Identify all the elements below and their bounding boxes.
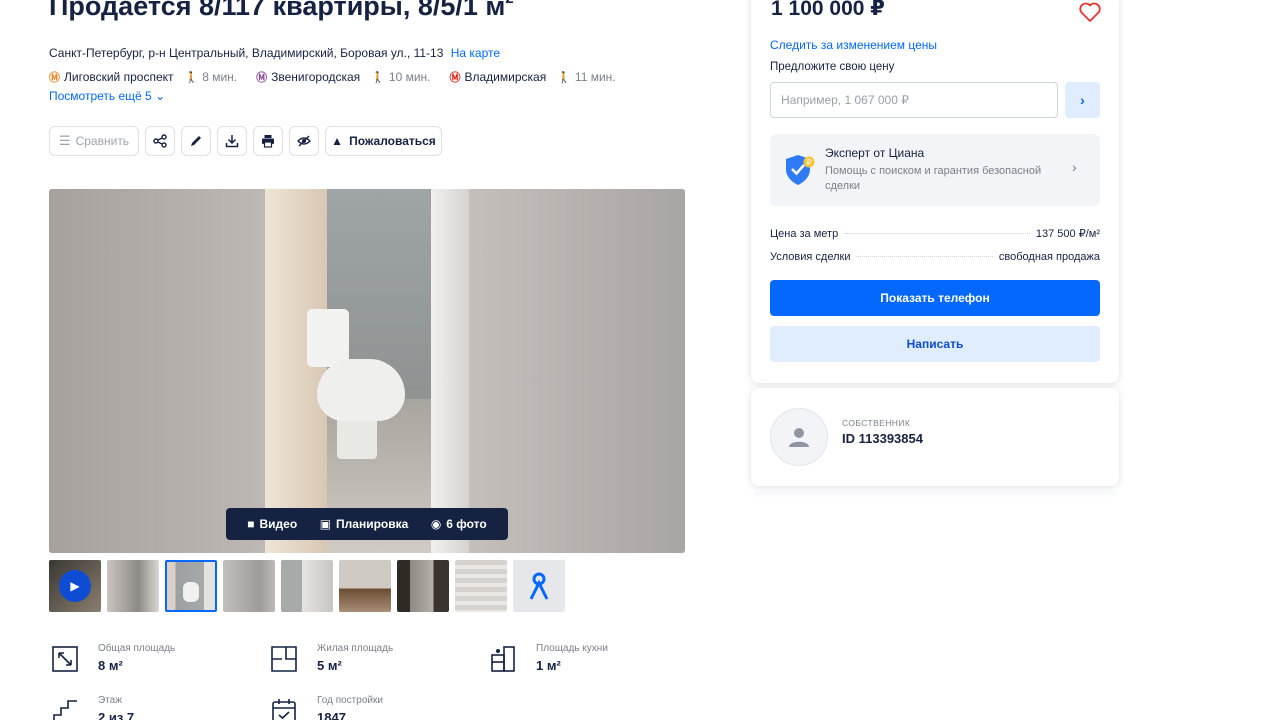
show-more-metro[interactable]: Посмотреть ещё 5 ⌄ xyxy=(49,89,165,103)
main-photo[interactable]: ■ Видео ▣ Планировка ◉ 6 фото xyxy=(49,189,685,553)
metro-icon: Ⓜ xyxy=(449,72,461,84)
thumbnail[interactable] xyxy=(165,560,217,612)
heart-icon xyxy=(1079,2,1101,22)
avatar[interactable] xyxy=(770,408,828,466)
video-icon: ■ xyxy=(247,517,255,531)
metro-item[interactable]: Ⓜ Владимирская 🚶 11 мин. xyxy=(450,69,616,85)
track-price-link[interactable]: Следить за изменением цены xyxy=(770,38,937,52)
write-message-button[interactable]: Написать xyxy=(770,326,1100,362)
walk-icon: 🚶 xyxy=(371,71,385,84)
thumbnail[interactable] xyxy=(339,560,391,612)
play-icon: ▶ xyxy=(59,570,91,602)
chevron-right-icon: › xyxy=(1072,159,1077,175)
chevron-down-icon: ⌄ xyxy=(155,89,166,103)
print-button[interactable] xyxy=(253,126,283,156)
hide-icon xyxy=(297,135,311,147)
metro-name: Звенигородская xyxy=(271,70,361,84)
share-icon xyxy=(153,134,167,148)
living-area-icon xyxy=(268,643,300,675)
address-text: Санкт-Петербург, р-н Центральный, Владим… xyxy=(49,46,444,60)
svg-text:₽: ₽ xyxy=(806,158,811,167)
metro-item[interactable]: Ⓜ Лиговский проспект 🚶 8 мин. xyxy=(49,69,237,85)
floor-plan-button[interactable]: ▣ Планировка xyxy=(320,517,409,531)
print-icon xyxy=(262,135,274,148)
floor-icon xyxy=(49,695,81,720)
thumbnail[interactable] xyxy=(455,560,507,612)
metro-item[interactable]: Ⓜ Звенигородская 🚶 10 мин. xyxy=(256,69,430,85)
walk-icon: 🚶 xyxy=(184,71,199,84)
thumbnail[interactable] xyxy=(281,560,333,612)
toolbar: ☰ Сравнить ▲ Пожаловаться xyxy=(49,126,442,156)
download-button[interactable] xyxy=(217,126,247,156)
favorite-button[interactable] xyxy=(1078,0,1102,24)
spec-living-area: Жилая площадь 5 м² xyxy=(268,643,393,675)
edit-icon xyxy=(191,136,201,146)
spec-kitchen-area: Площадь кухни 1 м² xyxy=(487,643,608,675)
thumbnail[interactable] xyxy=(397,560,449,612)
calendar-icon xyxy=(268,695,300,720)
offer-label: Предложите свою цену xyxy=(770,61,895,73)
media-bar: ■ Видео ▣ Планировка ◉ 6 фото xyxy=(226,508,508,540)
complain-button[interactable]: ▲ Пожаловаться xyxy=(325,126,442,156)
metro-name: Лиговский проспект xyxy=(64,70,174,84)
offer-price-input[interactable] xyxy=(770,82,1058,118)
download-icon xyxy=(225,135,239,148)
submit-offer-button[interactable]: › xyxy=(1065,82,1100,118)
map-pin-icon xyxy=(529,572,549,600)
shield-icon: ₽ xyxy=(786,155,815,185)
metro-time: 11 мин. xyxy=(574,70,616,84)
thumbnail-strip: ▶ xyxy=(49,560,565,612)
deal-terms-row: Условия сделки свободная продажа xyxy=(770,251,1100,263)
metro-time: 10 мин. xyxy=(388,70,431,84)
spec-floor: Этаж 2 из 7 xyxy=(49,695,134,720)
expert-banner[interactable]: ₽ Эксперт от Циана Помощь с поиском и га… xyxy=(770,134,1100,206)
price-card: 1 100 000 ₽ Следить за изменением цены П… xyxy=(751,0,1119,383)
metro-list: Ⓜ Лиговский проспект 🚶 8 мин. Ⓜ Звенигоро… xyxy=(49,69,635,85)
metro-icon: Ⓜ xyxy=(49,72,60,84)
share-button[interactable] xyxy=(145,126,175,156)
chevron-right-icon: › xyxy=(1080,92,1085,108)
hide-button[interactable] xyxy=(289,126,319,156)
owner-role: СОБСТВЕННИК xyxy=(842,418,911,428)
page-title: Продается 8/117 квартиры, 8/5/1 м2 xyxy=(49,0,514,21)
expert-description: Помощь с поиском и гарантия безопасной с… xyxy=(825,165,1042,192)
walk-icon: 🚶 xyxy=(557,71,571,84)
metro-time: 8 мин. xyxy=(202,70,238,84)
thumbnail-video[interactable]: ▶ xyxy=(49,560,101,612)
metro-name: Владимирская xyxy=(464,70,547,84)
metro-icon: Ⓜ xyxy=(256,72,268,84)
address: Санкт-Петербург, р-н Центральный, Владим… xyxy=(49,46,500,60)
thumbnail[interactable] xyxy=(223,560,275,612)
floor-plan-icon: ▣ xyxy=(319,517,332,531)
price: 1 100 000 ₽ xyxy=(771,0,885,20)
compare-icon: ☰ xyxy=(58,133,71,148)
price-per-meter-row: Цена за метр 137 500 ₽/м² xyxy=(770,228,1100,240)
user-icon xyxy=(789,428,809,447)
kitchen-area-icon xyxy=(487,643,519,675)
owner-id: ID 113393854 xyxy=(842,431,923,446)
map-link[interactable]: На карте xyxy=(451,46,500,60)
expert-title: Эксперт от Циана xyxy=(825,146,925,160)
camera-icon: ◉ xyxy=(430,517,442,531)
total-area-icon xyxy=(49,643,81,675)
compare-button[interactable]: ☰ Сравнить xyxy=(49,126,139,156)
spec-total-area: Общая площадь 8 м² xyxy=(49,643,175,675)
loading-placeholder xyxy=(751,491,1119,581)
photos-button[interactable]: ◉ 6 фото xyxy=(431,517,487,531)
spec-year-built: Год постройки 1847 xyxy=(268,695,383,720)
show-phone-button[interactable]: Показать телефон xyxy=(770,280,1100,316)
thumbnail-map[interactable] xyxy=(513,560,565,612)
owner-card: СОБСТВЕННИК ID 113393854 xyxy=(751,388,1119,486)
edit-button[interactable] xyxy=(181,126,211,156)
warning-icon: ▲ xyxy=(331,134,344,148)
video-button[interactable]: ■ Видео xyxy=(247,517,297,531)
thumbnail[interactable] xyxy=(107,560,159,612)
